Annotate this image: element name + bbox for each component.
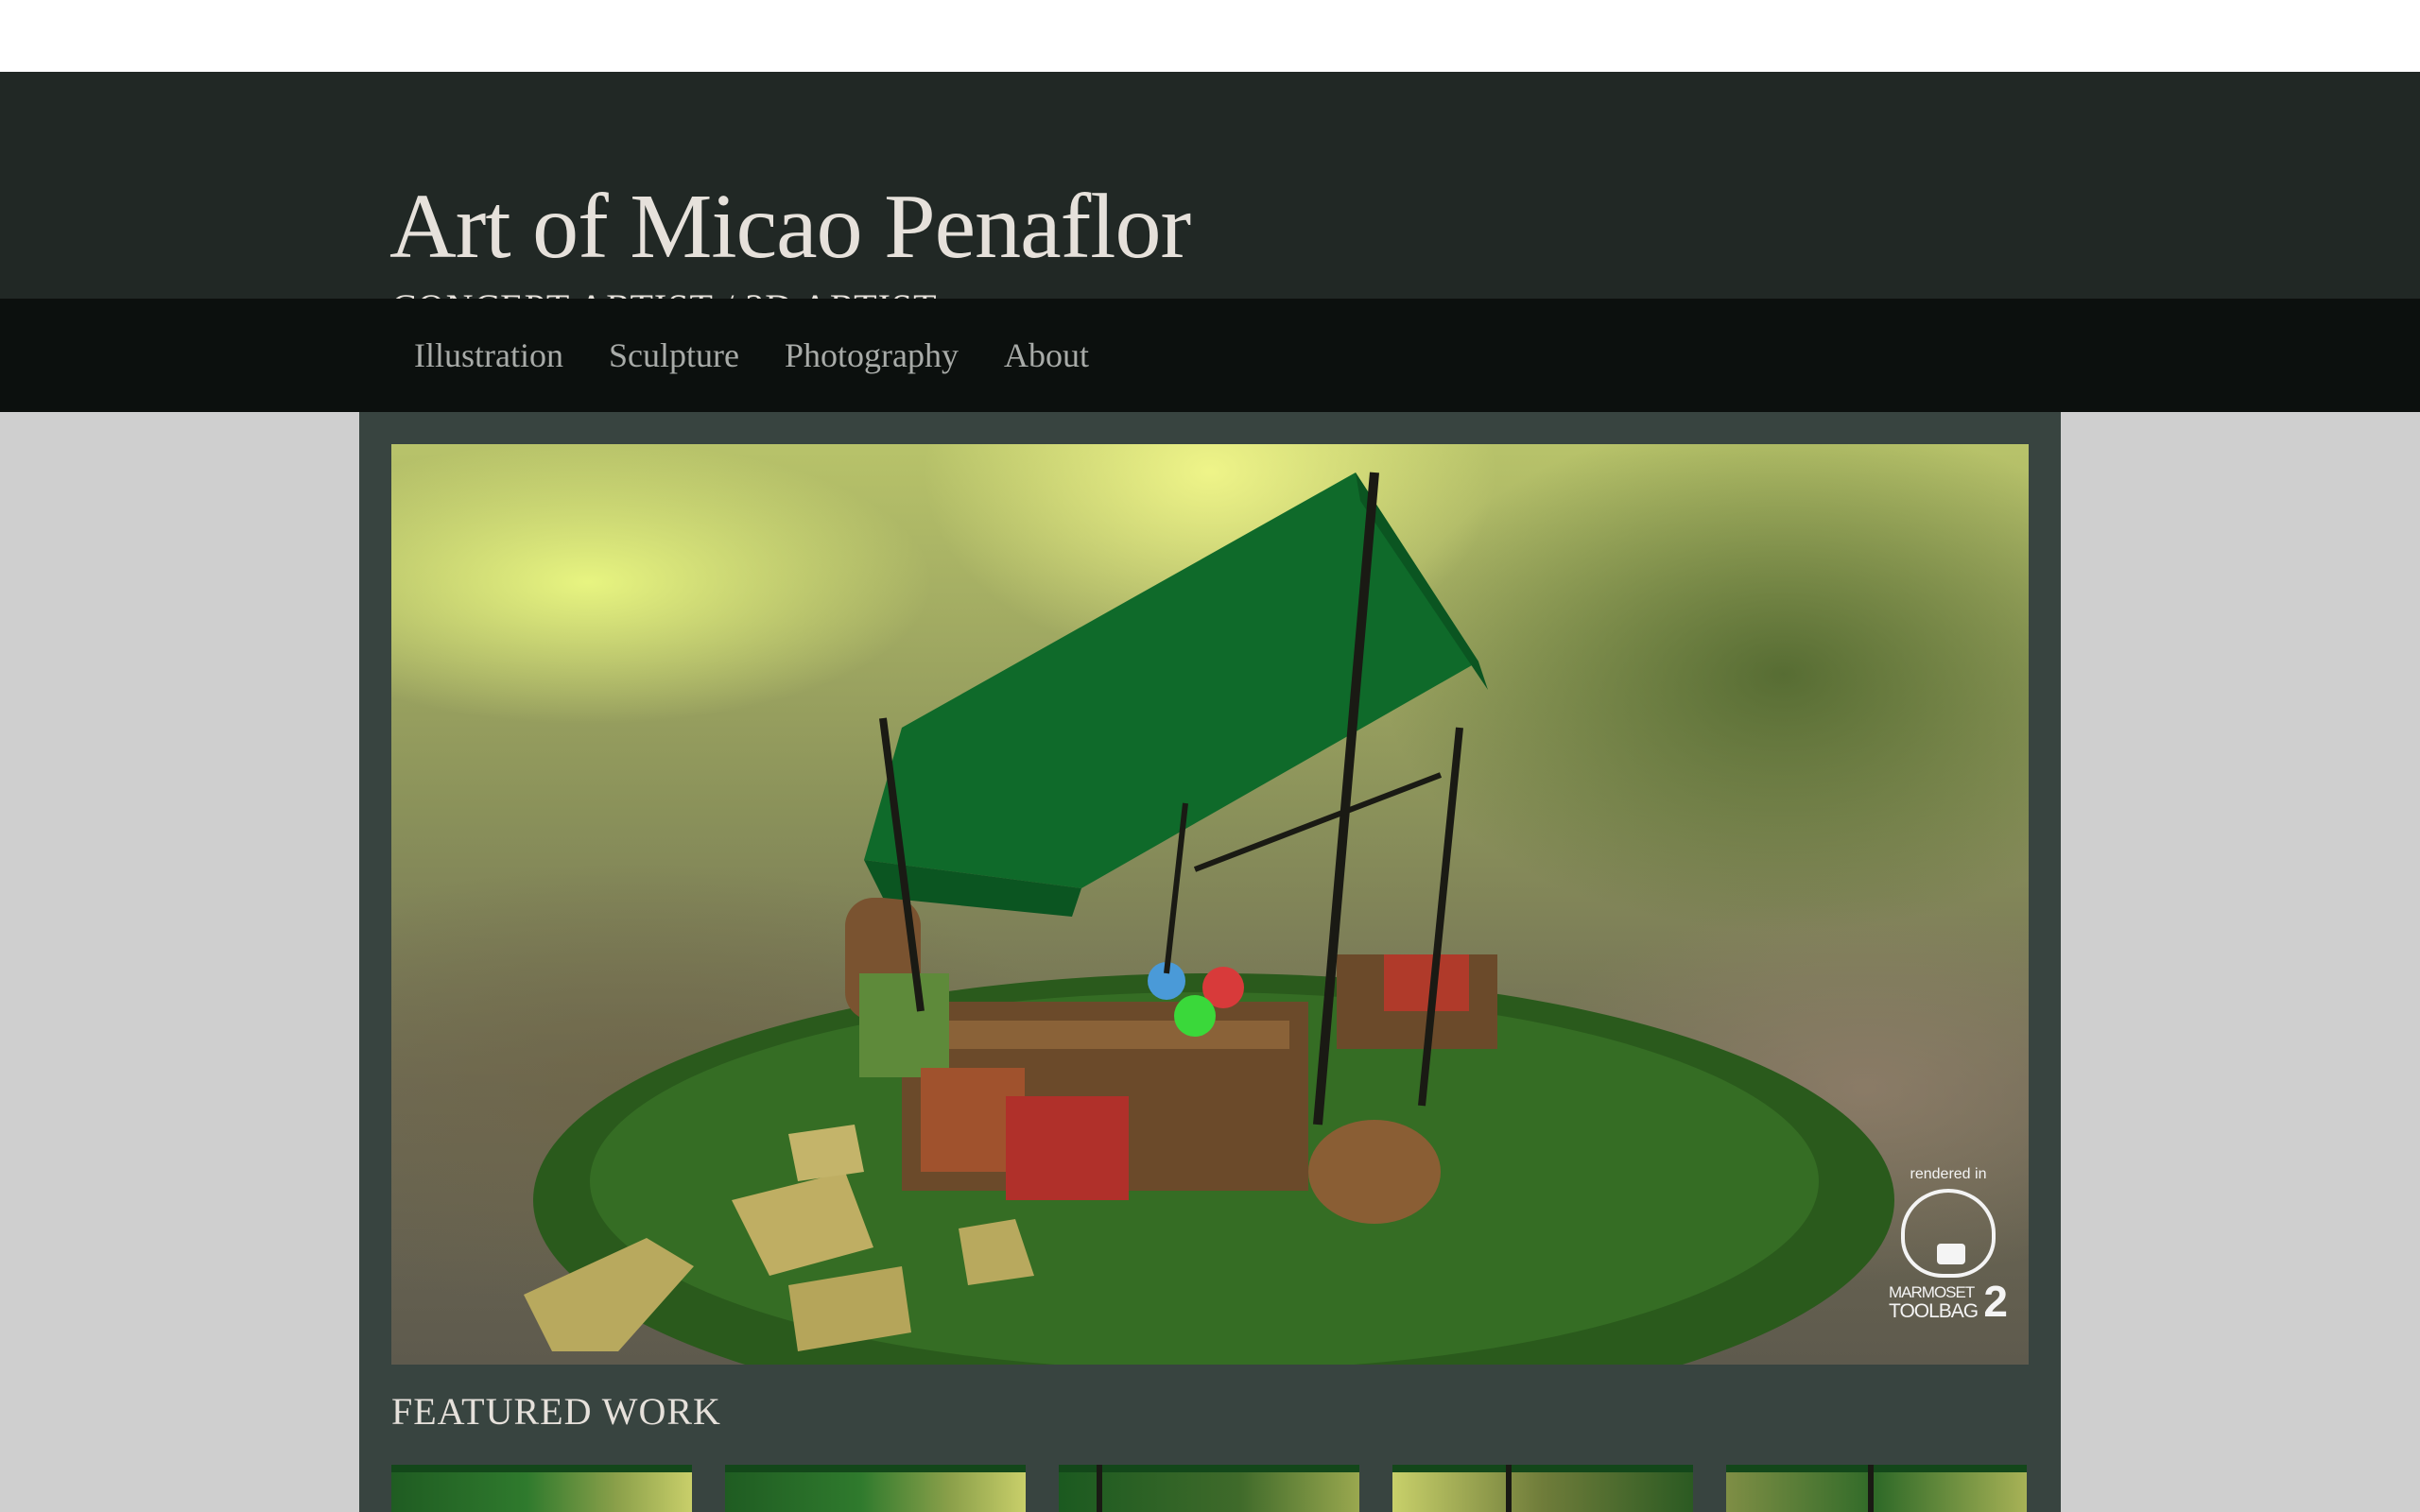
thumb-tent-strip <box>1392 1465 1693 1472</box>
browser-top-strip <box>0 0 2420 72</box>
page-body: rendered in MARMOSET TOOLBAG 2 FEATURED … <box>0 412 2420 1512</box>
nav-item-sculpture[interactable]: Sculpture <box>586 335 762 375</box>
thumb-pole <box>1506 1465 1512 1512</box>
logo-mark <box>1937 1244 1965 1264</box>
marmoset-logo-icon <box>1901 1189 1996 1278</box>
hero-render-illustration <box>524 472 1894 1365</box>
thumb-pole <box>1097 1465 1102 1512</box>
nav-item-about[interactable]: About <box>981 335 1112 375</box>
watermark-line1: MARMOSET <box>1889 1283 1975 1301</box>
thumb-tent-strip <box>391 1465 692 1472</box>
thumb-tent-strip <box>1059 1465 1359 1472</box>
marmoset-watermark: rendered in MARMOSET TOOLBAG 2 <box>1887 1166 2010 1355</box>
watermark-version: 2 <box>1983 1277 2008 1326</box>
featured-thumbnail[interactable] <box>1726 1465 2027 1512</box>
nav-list: Illustration Sculpture Photography About <box>391 299 1112 412</box>
thumb-tent-strip <box>1726 1465 2027 1472</box>
nav-item-illustration[interactable]: Illustration <box>391 335 586 375</box>
main-nav: Illustration Sculpture Photography About <box>0 299 2420 412</box>
watermark-line2: TOOLBAG <box>1889 1300 1979 1322</box>
featured-thumbnail[interactable] <box>1392 1465 1693 1512</box>
featured-work-heading: FEATURED WORK <box>391 1390 721 1433</box>
content-panel: rendered in MARMOSET TOOLBAG 2 FEATURED … <box>359 412 2061 1512</box>
hero-image-market-stall-render[interactable]: rendered in MARMOSET TOOLBAG 2 <box>391 444 2029 1365</box>
watermark-brand: MARMOSET TOOLBAG 2 <box>1887 1277 2010 1326</box>
watermark-prefix: rendered in <box>1910 1166 1987 1182</box>
site-title[interactable]: Art of Micao Penaflor <box>389 178 1191 276</box>
featured-thumbnail[interactable] <box>391 1465 692 1512</box>
featured-thumbnail[interactable] <box>725 1465 1026 1512</box>
featured-thumbnail[interactable] <box>1059 1465 1359 1512</box>
site-header: Art of Micao Penaflor CONCEPT ARTIST / 3… <box>0 72 2420 329</box>
thumb-pole <box>1868 1465 1874 1512</box>
thumb-tent-strip <box>725 1465 1026 1472</box>
nav-item-photography[interactable]: Photography <box>762 335 981 375</box>
